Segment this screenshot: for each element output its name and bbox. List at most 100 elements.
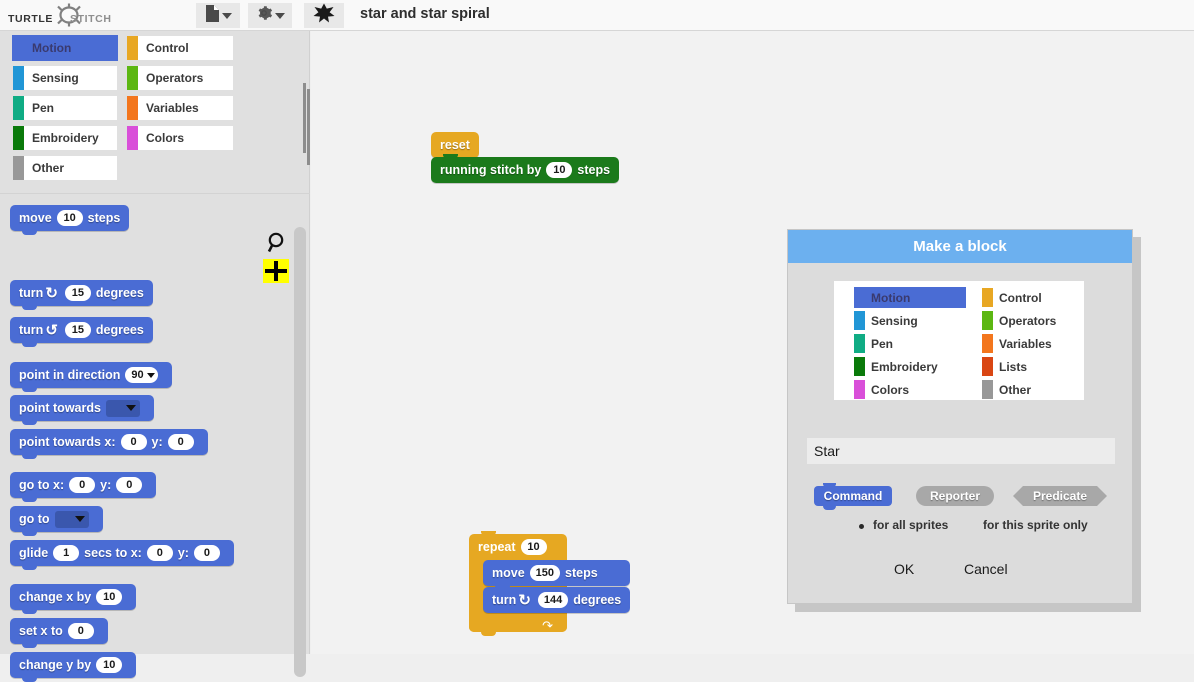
category-operators[interactable]: Operators xyxy=(126,65,234,91)
palette-block-go-to[interactable]: go to xyxy=(10,506,103,536)
repeat-inner-stack[interactable]: move 150 steps turn ↻ 144 degrees xyxy=(483,560,631,613)
radio-for-all-sprites[interactable] xyxy=(859,524,864,529)
block-running-stitch[interactable]: running stitch by 10 steps xyxy=(431,154,620,183)
script-stack-repeat[interactable]: repeat 10 move 150 steps turn ↻ 144 degr… xyxy=(469,531,631,636)
goto-y-input[interactable]: 0 xyxy=(116,477,143,493)
category-pen[interactable]: Pen xyxy=(12,95,118,121)
block-type-command-button[interactable]: Command xyxy=(814,483,892,510)
block-label: turn xyxy=(492,593,517,607)
palette-block-set-x-to[interactable]: set x to 0 xyxy=(10,618,108,648)
repeat-count-input[interactable]: 10 xyxy=(520,539,547,555)
category-scrollbar-thumb-secondary[interactable] xyxy=(307,89,310,165)
block-repeat[interactable]: repeat 10 move 150 steps turn ↻ 144 degr… xyxy=(469,531,631,636)
plus-icon[interactable] xyxy=(263,259,289,283)
move-steps-input[interactable]: 10 xyxy=(56,210,83,226)
category-label: Other xyxy=(999,382,1032,397)
glide-y-input[interactable]: 0 xyxy=(193,545,220,561)
palette-block-glide[interactable]: glide 1 secs to x: 0 y: 0 xyxy=(10,540,234,570)
category-color-swatch xyxy=(982,334,993,353)
glide-x-input[interactable]: 0 xyxy=(146,545,173,561)
category-variables[interactable]: Variables xyxy=(126,95,234,121)
palette-block-change-y-by[interactable]: change y by 10 xyxy=(10,652,137,682)
category-colors[interactable]: Colors xyxy=(126,125,234,151)
change-y-input[interactable]: 10 xyxy=(96,657,123,673)
settings-menu-button[interactable] xyxy=(248,3,292,28)
dialog-category-other[interactable]: Other xyxy=(982,379,1082,400)
move-steps-input[interactable]: 150 xyxy=(529,565,561,581)
category-other[interactable]: Other xyxy=(12,155,118,181)
category-label: Other xyxy=(32,161,65,175)
rotate-counterclockwise-icon: ↺ xyxy=(45,321,58,339)
category-sensing[interactable]: Sensing xyxy=(12,65,118,91)
block-label: point towards x: xyxy=(19,435,116,449)
category-label: Colors xyxy=(871,382,910,397)
dialog-category-selector: Motion Sensing Pen Embroidery Colors Con… xyxy=(834,281,1084,400)
category-control[interactable]: Control xyxy=(126,35,234,61)
block-type-reporter-button[interactable]: Reporter xyxy=(916,486,994,506)
file-menu-button[interactable] xyxy=(196,3,240,28)
block-label: repeat xyxy=(478,540,516,554)
dialog-category-embroidery[interactable]: Embroidery xyxy=(854,356,966,377)
loop-arrow-icon: ↷ xyxy=(542,618,553,633)
point-towards-dropdown[interactable] xyxy=(105,399,140,417)
search-icon[interactable] xyxy=(266,231,288,255)
direction-dropdown[interactable]: 90 xyxy=(125,367,158,383)
dialog-category-pen[interactable]: Pen xyxy=(854,333,966,354)
block-label: move xyxy=(492,566,525,580)
running-stitch-steps-input[interactable]: 10 xyxy=(546,162,573,178)
change-x-input[interactable]: 10 xyxy=(96,589,123,605)
make-a-block-dialog[interactable]: Make a block Motion Sensing Pen Embroide… xyxy=(787,229,1133,604)
block-move[interactable]: move 150 steps xyxy=(483,560,631,590)
block-label: secs to x: xyxy=(84,546,142,560)
turn-degrees-input[interactable]: 15 xyxy=(64,322,91,338)
sprite-star-button[interactable] xyxy=(304,3,344,28)
repeat-header[interactable]: repeat 10 xyxy=(469,531,567,560)
palette-block-point-in-direction[interactable]: point in direction 90 xyxy=(10,362,172,392)
palette-block-point-towards[interactable]: point towards xyxy=(10,395,154,425)
goto-x-input[interactable]: 0 xyxy=(69,477,96,493)
glide-secs-input[interactable]: 1 xyxy=(53,545,80,561)
block-label: set x to xyxy=(19,624,63,638)
palette-scrollbar-thumb[interactable] xyxy=(294,227,306,677)
palette-block-turn-counterclockwise[interactable]: turn ↺ 15 degrees xyxy=(10,317,153,347)
goto-dropdown[interactable] xyxy=(54,510,89,528)
category-motion[interactable]: Motion xyxy=(12,35,118,61)
palette-block-go-to-xy[interactable]: go to x: 0 y: 0 xyxy=(10,472,157,502)
label-for-this-sprite-only[interactable]: for this sprite only xyxy=(983,518,1088,532)
block-type-predicate-button[interactable]: Predicate xyxy=(1013,486,1107,506)
palette-block-move[interactable]: move 10 steps xyxy=(10,205,130,235)
palette-block-point-towards-xy[interactable]: point towards x: 0 y: 0 xyxy=(10,429,208,459)
dialog-category-colors[interactable]: Colors xyxy=(854,379,966,400)
cancel-button[interactable]: Cancel xyxy=(964,561,1008,577)
block-turn[interactable]: turn ↻ 144 degrees xyxy=(483,584,631,613)
point-towards-y-input[interactable]: 0 xyxy=(167,434,194,450)
dialog-title-bar[interactable]: Make a block xyxy=(788,230,1132,263)
ok-button[interactable]: OK xyxy=(894,561,914,577)
category-color-swatch xyxy=(13,96,24,120)
dialog-category-control[interactable]: Control xyxy=(982,287,1082,308)
palette-block-turn-clockwise[interactable]: turn ↻ 15 degrees xyxy=(10,280,153,310)
dialog-category-variables[interactable]: Variables xyxy=(982,333,1082,354)
category-label: Operators xyxy=(146,71,204,85)
turn-degrees-input[interactable]: 15 xyxy=(64,285,91,301)
block-name-input[interactable] xyxy=(807,438,1115,464)
dialog-category-motion[interactable]: Motion xyxy=(854,287,966,308)
palette-block-change-x-by[interactable]: change x by 10 xyxy=(10,584,137,614)
category-color-swatch xyxy=(127,126,138,150)
dialog-category-operators[interactable]: Operators xyxy=(982,310,1082,331)
turn-degrees-input[interactable]: 144 xyxy=(537,592,569,608)
chevron-down-icon xyxy=(146,372,155,378)
category-selector: Motion Sensing Pen Embroidery Other Cont… xyxy=(0,31,310,191)
block-label: change y by xyxy=(19,658,92,672)
set-x-input[interactable]: 0 xyxy=(67,623,94,639)
script-stack-reset[interactable]: reset running stitch by 10 steps xyxy=(431,132,620,183)
dialog-category-lists[interactable]: Lists xyxy=(982,356,1082,377)
label-for-all-sprites[interactable]: for all sprites xyxy=(873,518,948,532)
category-scrollbar-thumb[interactable] xyxy=(303,83,306,153)
scope-radio-group: for all sprites for this sprite only xyxy=(788,518,1134,536)
block-label: degrees xyxy=(95,323,144,337)
dialog-category-sensing[interactable]: Sensing xyxy=(854,310,966,331)
category-embroidery[interactable]: Embroidery xyxy=(12,125,118,151)
repeat-body-slot[interactable]: move 150 steps turn ↻ 144 degrees xyxy=(469,560,631,618)
point-towards-x-input[interactable]: 0 xyxy=(120,434,147,450)
